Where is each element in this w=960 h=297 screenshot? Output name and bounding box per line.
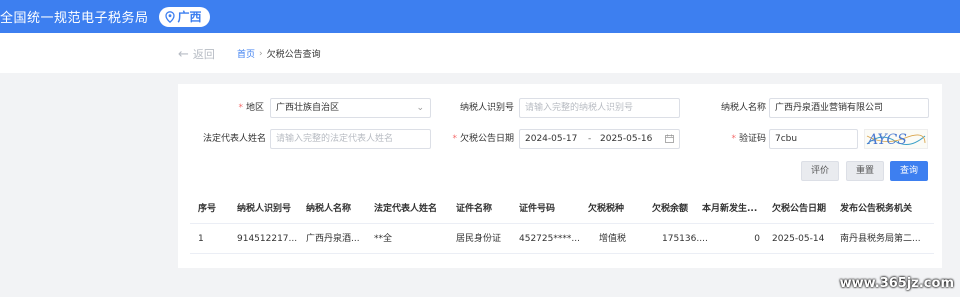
top-header: 全国统一规范电子税务局 广西 — [0, 0, 960, 33]
required-mark: * — [238, 103, 243, 113]
col-header-authority: 发布公告税务机关 — [840, 204, 913, 214]
legal-rep-label: 法定代表人姓名 — [202, 134, 266, 144]
taxpayer-name-label: 纳税人名称 — [720, 103, 766, 113]
col-header-tax-type: 欠税税种 — [588, 204, 625, 214]
form-row-2: 法定代表人姓名 请输入完整的法定代表人姓名 * 欠税公告日期 2024-05-17… — [178, 129, 942, 151]
cell-authority: 南丹县税务局第二... — [840, 234, 921, 244]
notice-date-label: * 欠税公告日期 — [452, 134, 514, 144]
breadcrumb-separator-icon: › — [259, 48, 263, 59]
taxpayer-id-label: 纳税人识别号 — [459, 103, 514, 113]
back-arrow-icon: ← — [178, 46, 189, 62]
form-row-1: * 地区 广西壮族自治区 ⌄ 纳税人识别号 请输入完整的纳税人识别号 纳税人名称 … — [178, 98, 942, 120]
cell-taxpayer-name: 广西丹泉酒... — [306, 234, 360, 244]
evaluate-button[interactable]: 评价 — [801, 161, 839, 181]
region-switcher[interactable]: 广西 — [158, 6, 210, 27]
cell-taxpayer-id: 914512217... — [237, 234, 298, 244]
region-name: 广西 — [177, 10, 202, 24]
col-header-index: 序号 — [198, 204, 217, 214]
back-label: 返回 — [192, 48, 215, 61]
region-select[interactable]: 广西壮族自治区 ⌄ — [270, 98, 431, 118]
col-header-balance: 欠税余额 — [652, 204, 689, 214]
watermark: www.365jz.com — [839, 276, 954, 291]
date-range-separator: - — [588, 134, 592, 144]
captcha-image[interactable]: AYCS — [864, 129, 928, 149]
breadcrumb-home-link[interactable]: 首页 — [237, 47, 255, 60]
required-mark: * — [731, 134, 736, 144]
taxpayer-id-input[interactable]: 请输入完整的纳税人识别号 — [519, 98, 680, 118]
col-header-id-number: 证件号码 — [519, 204, 556, 214]
col-header-id-type: 证件名称 — [456, 204, 493, 214]
date-start-value: 2024-05-17 — [525, 134, 578, 144]
calendar-icon — [665, 134, 674, 143]
cell-new-this-month: 0 — [754, 234, 760, 244]
notice-date-range-picker[interactable]: 2024-05-17 - 2025-05-16 — [519, 129, 680, 149]
table-row[interactable]: 1 914512217... 广西丹泉酒... **全 居民身份证 452725… — [190, 224, 934, 254]
breadcrumb-current: 欠税公告查询 — [266, 50, 321, 60]
col-header-taxpayer-id: 纳税人识别号 — [237, 204, 292, 214]
region-field-label: * 地区 — [238, 103, 264, 113]
cell-tax-type: 增值税 — [599, 234, 627, 244]
captcha-label: * 验证码 — [731, 134, 766, 144]
col-header-notice-date: 欠税公告日期 — [772, 204, 827, 214]
col-header-legal-rep: 法定代表人姓名 — [374, 204, 438, 214]
results-table-header: 序号 纳税人识别号 纳税人名称 法定代表人姓名 证件名称 证件号码 欠税税种 欠… — [190, 194, 934, 224]
legal-rep-input[interactable]: 请输入完整的法定代表人姓名 — [270, 129, 431, 149]
col-header-new-this-month: 本月新发生... — [702, 204, 758, 214]
cell-id-type: 居民身份证 — [456, 234, 502, 244]
cell-id-number: 452725****... — [519, 234, 580, 244]
taxpayer-name-input[interactable]: 广西丹泉酒业营销有限公司 — [769, 98, 929, 118]
breadcrumb: 首页 › 欠税公告查询 — [237, 47, 321, 61]
date-end-value: 2025-05-16 — [600, 134, 653, 144]
col-header-taxpayer-name: 纳税人名称 — [306, 204, 352, 214]
captcha-input[interactable]: 7cbu — [769, 129, 858, 149]
captcha-image-text: AYCS — [866, 132, 907, 148]
sub-navigation-bar: ← 返回 首页 › 欠税公告查询 — [0, 33, 960, 73]
query-card: * 地区 广西壮族自治区 ⌄ 纳税人识别号 请输入完整的纳税人识别号 纳税人名称 … — [178, 84, 942, 268]
cell-legal-rep: **全 — [374, 234, 393, 244]
query-button[interactable]: 查询 — [890, 161, 928, 181]
reset-button[interactable]: 重置 — [846, 161, 884, 181]
location-pin-icon — [164, 10, 175, 23]
chevron-down-icon: ⌄ — [416, 103, 424, 113]
back-button[interactable]: ← 返回 — [178, 46, 215, 62]
required-mark: * — [452, 134, 457, 144]
cell-notice-date: 2025-05-14 — [772, 234, 825, 244]
cell-index: 1 — [198, 234, 204, 244]
site-title: 全国统一规范电子税务局 — [0, 11, 149, 26]
region-select-value: 广西壮族自治区 — [276, 103, 340, 113]
captcha-graphic: AYCS — [866, 132, 926, 148]
